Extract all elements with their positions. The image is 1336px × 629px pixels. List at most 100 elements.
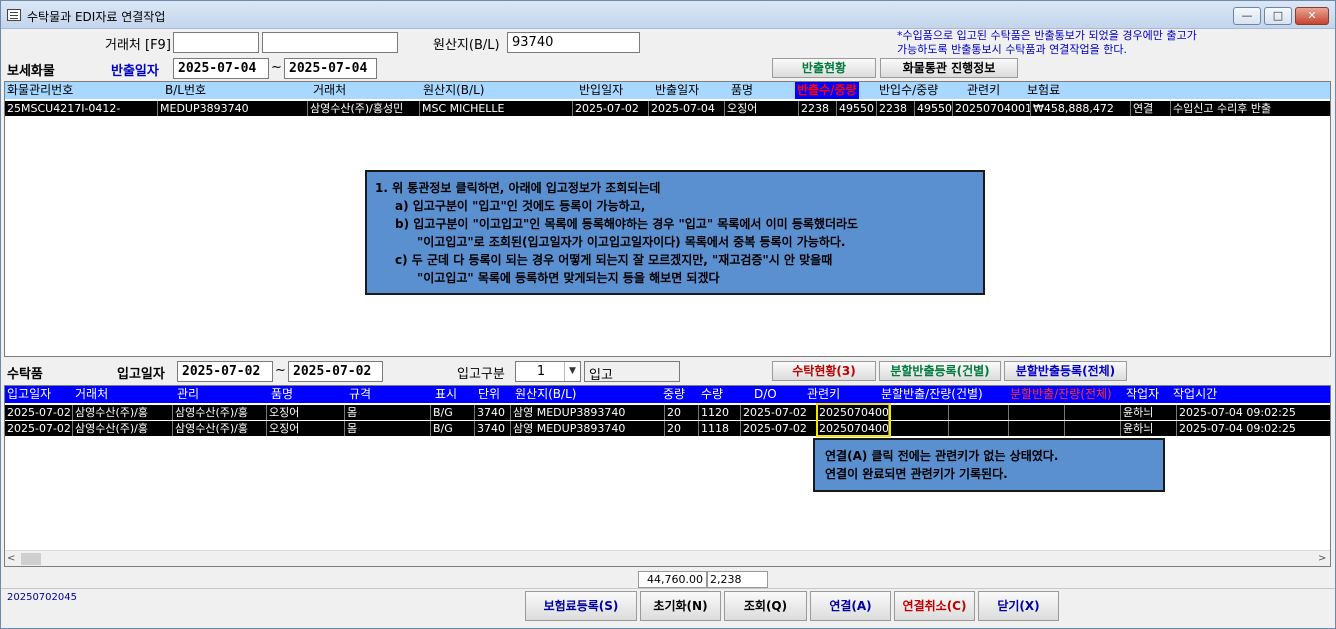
consign-col-key[interactable]: 관련키 bbox=[807, 386, 840, 403]
release-date-to[interactable]: 2025-07-04 bbox=[284, 58, 377, 79]
consign-col-do[interactable]: D/O bbox=[754, 386, 777, 403]
cell: 2238 bbox=[877, 101, 915, 116]
split-release-item-button[interactable]: 분할반출등록(건별) bbox=[879, 361, 1001, 381]
origin-label: 원산지(B/L) bbox=[433, 38, 500, 53]
bonded-col-partner[interactable]: 거래처 bbox=[313, 82, 346, 99]
related-key-highlight bbox=[816, 403, 891, 437]
callout-line: a) 입고구분이 "입고"인 것에도 등록이 가능하고, bbox=[395, 199, 646, 213]
info-note-line2: 가능하도록 반출통보시 수탁품과 연결작업을 한다. bbox=[897, 43, 1128, 56]
partner-code-input[interactable] bbox=[173, 32, 259, 53]
release-status-button[interactable]: 반출현황 bbox=[772, 58, 876, 78]
consign-col-split-all[interactable]: 분할반출/잔량(전체) bbox=[1010, 386, 1112, 403]
cell: 윤하늬 bbox=[1121, 421, 1177, 436]
consign-col-qty[interactable]: 수량 bbox=[701, 386, 723, 403]
minimize-button[interactable]: — bbox=[1233, 7, 1261, 25]
cell: 2025-07-04 bbox=[649, 101, 725, 116]
consign-col-weight[interactable]: 중량 bbox=[663, 386, 685, 403]
bonded-section-label: 보세화물 bbox=[7, 64, 55, 79]
callout-line: c) 두 군데 다 등록이 되는 경우 어떻게 되는지 잘 모르겠지만, "재고… bbox=[395, 253, 833, 267]
consign-status-button[interactable]: 수탁현황(3) bbox=[772, 361, 876, 381]
callout-line: 1. 위 통관정보 클릭하면, 아래에 입고정보가 조회되는데 bbox=[375, 181, 661, 195]
total-weight: 44,760.00 bbox=[638, 571, 707, 588]
cell: 연결 bbox=[1131, 101, 1171, 116]
cell: 3740 bbox=[475, 421, 511, 436]
consign-col-split-item[interactable]: 분할반출/잔량(건별) bbox=[881, 386, 983, 403]
cell bbox=[1009, 405, 1065, 420]
bonded-col-in-qty[interactable]: 반입수/중량 bbox=[879, 82, 938, 99]
callout-line: "이고입고"로 조회된(입고일자가 이고입고일자이다) 목록에서 중복 등록이 … bbox=[417, 235, 846, 249]
cell: 수입신고 수리후 반출 bbox=[1171, 101, 1330, 116]
customs-progress-button[interactable]: 화물통관 진행정보 bbox=[880, 58, 1018, 78]
callout-line: 연결(A) 클릭 전에는 관련키가 없는 상태였다. bbox=[825, 449, 1059, 463]
partner-label: 거래처 [F9] bbox=[105, 38, 171, 53]
window-icon bbox=[7, 9, 21, 21]
window-title: 수탁물과 EDI자료 연결작업 bbox=[27, 10, 166, 24]
cell bbox=[889, 421, 949, 436]
maximize-button[interactable]: □ bbox=[1264, 7, 1292, 25]
scroll-thumb[interactable] bbox=[21, 553, 41, 565]
partner-name-input[interactable] bbox=[262, 32, 398, 53]
cell: 삼영 MEDUP3893740 bbox=[511, 405, 665, 420]
link-button[interactable]: 연결(A) bbox=[810, 591, 891, 621]
cell: 삼영수산(주)/홍 bbox=[173, 421, 267, 436]
cell: 2025-07-02 bbox=[741, 405, 817, 420]
consign-col-date[interactable]: 입고일자 bbox=[7, 386, 51, 403]
cell: 오징어 bbox=[725, 101, 799, 116]
consign-row[interactable]: 2025-07-02 삼영수산(주)/홍 삼영수산(주)/홍 오징어 몸 B/G… bbox=[5, 405, 1330, 420]
bonded-row[interactable]: 25MSCU4217I-0412- MEDUP3893740 삼영수산(주)/홍… bbox=[5, 101, 1330, 116]
horizontal-scrollbar[interactable]: < > bbox=[5, 550, 1330, 566]
bonded-col-item[interactable]: 품명 bbox=[731, 82, 753, 99]
consign-col-time[interactable]: 작업시간 bbox=[1173, 386, 1217, 403]
consign-col-mark[interactable]: 표시 bbox=[435, 386, 457, 403]
date-range-tilde-2: ~ bbox=[275, 363, 286, 378]
bonded-col-key[interactable]: 관련키 bbox=[967, 82, 1000, 99]
consign-col-item[interactable]: 품명 bbox=[271, 386, 293, 403]
close-window-button[interactable]: ✕ bbox=[1295, 7, 1329, 25]
chevron-down-icon[interactable]: ▼ bbox=[564, 362, 580, 381]
insurance-register-button[interactable]: 보험료등록(S) bbox=[525, 591, 637, 621]
release-date-label: 반출일자 bbox=[111, 64, 159, 79]
cell bbox=[949, 421, 1009, 436]
receipt-date-to[interactable]: 2025-07-02 bbox=[288, 361, 383, 382]
bonded-col-origin[interactable]: 원산지(B/L) bbox=[423, 82, 484, 99]
cell: 25MSCU4217I-0412- bbox=[5, 101, 158, 116]
cell: 1120 bbox=[699, 405, 741, 420]
receipt-date-from[interactable]: 2025-07-02 bbox=[177, 361, 273, 382]
callout-line: "이고입고" 목록에 등록하면 맞게되는지 등을 해보면 되겠다 bbox=[417, 271, 720, 285]
cell: 윤하늬 bbox=[1121, 405, 1177, 420]
origin-input[interactable]: 93740 bbox=[507, 32, 640, 53]
cell bbox=[1065, 421, 1121, 436]
reset-button[interactable]: 초기화(N) bbox=[640, 591, 721, 621]
bonded-col-out-qty[interactable]: 반출수/중량 bbox=[795, 82, 859, 99]
cell: 20250704001 bbox=[955, 101, 1031, 116]
info-note-line1: *수입품으로 입고된 수탁품은 반출통보가 되었을 경우에만 출고가 bbox=[897, 29, 1197, 42]
consign-col-manage[interactable]: 관리 bbox=[177, 386, 199, 403]
cell: 2025-07-02 bbox=[5, 405, 73, 420]
unlink-button[interactable]: 연결취소(C) bbox=[894, 591, 975, 621]
bonded-col-in-date[interactable]: 반입일자 bbox=[579, 82, 623, 99]
cell: 삼영수산(주)/홍 bbox=[73, 405, 173, 420]
cell: 49550 bbox=[917, 101, 953, 116]
scroll-left-icon[interactable]: < bbox=[7, 553, 15, 564]
cell: B/G bbox=[431, 405, 475, 420]
bonded-col-out-date[interactable]: 반출일자 bbox=[655, 82, 699, 99]
close-button[interactable]: 닫기(X) bbox=[978, 591, 1059, 621]
consign-col-partner[interactable]: 거래처 bbox=[75, 386, 108, 403]
split-release-all-button[interactable]: 분할반출등록(전체) bbox=[1004, 361, 1127, 381]
cell: 2025-07-04 09:02:25 bbox=[1177, 421, 1330, 436]
total-qty: 2,238 bbox=[707, 571, 768, 588]
consign-col-worker[interactable]: 작업자 bbox=[1126, 386, 1159, 403]
consign-row[interactable]: 2025-07-02 삼영수산(주)/홍 삼영수산(주)/홍 오징어 몸 B/G… bbox=[5, 421, 1330, 436]
consign-col-origin[interactable]: 원산지(B/L) bbox=[515, 386, 576, 403]
bonded-col-insurance[interactable]: 보험료 bbox=[1027, 82, 1060, 99]
search-button[interactable]: 조회(Q) bbox=[724, 591, 807, 621]
cell: 오징어 bbox=[267, 405, 345, 420]
bonded-col-bl-no[interactable]: B/L번호 bbox=[165, 82, 206, 99]
consign-col-unit[interactable]: 단위 bbox=[478, 386, 500, 403]
release-date-from[interactable]: 2025-07-04 bbox=[173, 58, 269, 79]
bonded-col-cargo-no[interactable]: 화물관리번호 bbox=[7, 82, 73, 99]
consign-col-spec[interactable]: 규격 bbox=[349, 386, 371, 403]
cell: 몸 bbox=[345, 405, 431, 420]
scroll-right-icon[interactable]: > bbox=[1318, 553, 1326, 564]
cell: 2025-07-04 09:02:25 bbox=[1177, 405, 1330, 420]
